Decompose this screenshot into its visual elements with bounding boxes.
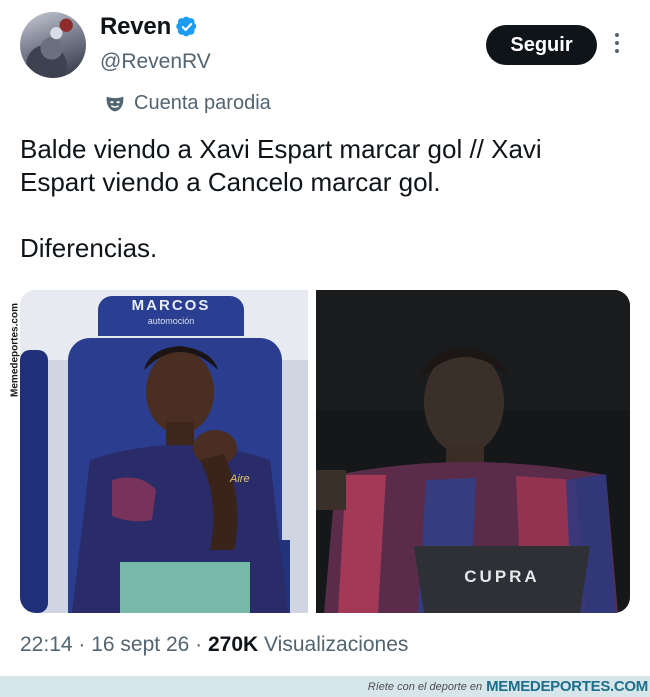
tweet-meta: 22:14 · 16 sept 26 · 270K Visualizacione… bbox=[20, 633, 409, 656]
views-label: Visualizaciones bbox=[264, 633, 409, 656]
footer-banner: Ríete con el deporte en MEMEDEPORTES.COM bbox=[0, 676, 650, 697]
footer-tagline: Ríete con el deporte en bbox=[367, 680, 483, 693]
seat-brand-text: MARCOS bbox=[132, 297, 211, 314]
tweet-image-right[interactable]: CUPRA bbox=[316, 290, 630, 613]
author-name[interactable]: Reven bbox=[100, 13, 171, 41]
views-count: 270K bbox=[208, 633, 259, 656]
parody-label-text: Cuenta parodia bbox=[134, 92, 271, 114]
theater-mask-icon bbox=[106, 96, 124, 111]
seat-cupra-text: CUPRA bbox=[464, 567, 539, 586]
tweet-text: Balde viendo a Xavi Espart marcar gol //… bbox=[20, 134, 542, 263]
parody-account-label: Cuenta parodia bbox=[104, 92, 271, 115]
seat-brand-subtext: automoción bbox=[148, 316, 195, 326]
author-avatar[interactable] bbox=[20, 12, 86, 78]
left-photo-illustration: MARCOS automoción Aire bbox=[20, 290, 308, 613]
more-options-icon[interactable] bbox=[610, 33, 624, 57]
right-photo-illustration: CUPRA bbox=[316, 290, 630, 613]
svg-text:Aire: Aire bbox=[229, 473, 250, 485]
tweet-image-left[interactable]: MARCOS automoción Aire bbox=[20, 290, 308, 613]
tweet-time[interactable]: 22:14 bbox=[20, 633, 73, 656]
footer-brand[interactable]: MEMEDEPORTES.COM bbox=[486, 678, 648, 695]
follow-button[interactable]: Seguir bbox=[486, 25, 597, 65]
author-handle[interactable]: @RevenRV bbox=[100, 50, 211, 74]
tweet-date[interactable]: 16 sept 26 bbox=[91, 633, 189, 656]
verified-badge-icon bbox=[176, 16, 197, 37]
